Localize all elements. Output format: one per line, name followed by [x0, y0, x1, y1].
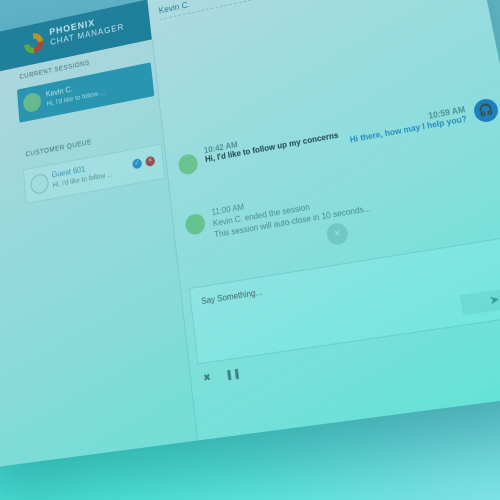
message-composer: ➤: [188, 233, 500, 365]
accept-check-icon[interactable]: ✓: [132, 158, 143, 170]
customer-message: 10:42 AM Hi, I'd like to follow up my co…: [204, 122, 340, 165]
agent-message: 10:59 AM Hi there, how may I help you?: [348, 105, 467, 145]
pause-icon[interactable]: ❚❚: [225, 367, 242, 381]
guest-avatar-icon: [29, 172, 50, 196]
phoenix-logo-icon: [23, 31, 44, 56]
customer-queue-title: CUSTOMER QUEUE: [25, 139, 93, 159]
chat-header-divider: [159, 0, 469, 20]
reject-x-icon[interactable]: ×: [145, 155, 156, 168]
send-icon[interactable]: ➤: [459, 285, 500, 316]
agent-headset-avatar-icon: 🎧: [472, 97, 500, 124]
chat-panel: Kevin C. 10:42 AM Hi, I'd like to follow…: [148, 0, 500, 441]
customer-phone-avatar-icon: [184, 212, 207, 236]
customer-avatar-icon: [22, 91, 42, 114]
message-input[interactable]: [198, 245, 500, 308]
close-icon[interactable]: ✖: [203, 372, 212, 385]
customer-phone-avatar-icon: [177, 152, 199, 176]
perspective-stage: PHOENIX CHAT MANAGER CURRENT SESSIONS Ke…: [0, 0, 500, 490]
chat-manager-window: PHOENIX CHAT MANAGER CURRENT SESSIONS Ke…: [0, 0, 500, 469]
app-brand: PHOENIX CHAT MANAGER: [49, 12, 125, 48]
session-closed-x-icon: ×: [325, 221, 350, 247]
